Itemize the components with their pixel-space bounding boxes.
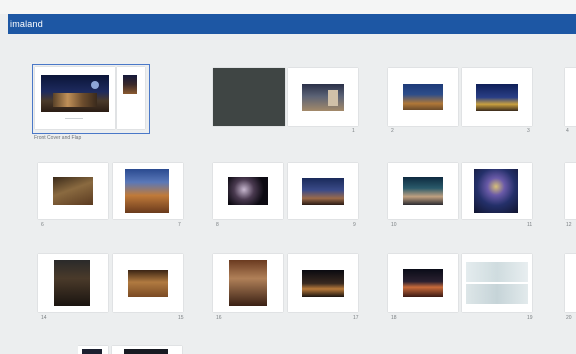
page-1 <box>288 68 358 126</box>
page-10 <box>388 163 458 219</box>
page-20 <box>565 254 576 312</box>
page-7-photo <box>125 169 169 213</box>
page-23 <box>112 346 182 354</box>
page-6 <box>38 163 108 219</box>
page-8-photo <box>228 177 268 205</box>
page-number: 11 <box>527 222 533 228</box>
page-number: 9 <box>353 222 356 228</box>
page-number: 8 <box>216 222 219 228</box>
page-number: 12 <box>566 222 572 228</box>
page-2 <box>388 68 458 126</box>
page-2-photo <box>403 84 443 110</box>
page-12 <box>565 163 576 219</box>
page-number: 2 <box>391 128 394 134</box>
page-19-photo-top <box>466 262 528 282</box>
page-19 <box>462 254 532 312</box>
album-title: imaland <box>10 19 43 29</box>
page-11-photo <box>474 169 518 213</box>
spread-5[interactable]: 8 9 <box>213 159 361 231</box>
spread-2[interactable]: 2 3 <box>388 64 536 136</box>
spread-10[interactable]: 18 19 <box>388 250 536 324</box>
page-15 <box>113 254 183 312</box>
page-16 <box>213 254 283 312</box>
page-number: 1 <box>352 128 355 134</box>
album-header-bar: imaland <box>8 14 576 34</box>
page-3 <box>462 68 532 126</box>
spread-11[interactable]: 20 <box>563 250 576 324</box>
page-number: 16 <box>216 315 222 321</box>
page-number: 17 <box>353 315 359 321</box>
page-inside-cover <box>213 68 285 126</box>
page-16-photo <box>229 260 267 306</box>
spread-8[interactable]: 14 15 <box>38 250 186 324</box>
page-17 <box>288 254 358 312</box>
page-22 <box>78 346 108 354</box>
spread-9[interactable]: 16 17 <box>213 250 361 324</box>
spread-cover[interactable]: Front Cover and Flap <box>32 64 150 141</box>
page-number: 14 <box>41 315 47 321</box>
spread-6[interactable]: 10 11 <box>388 159 536 231</box>
window-titlebar <box>0 0 576 14</box>
spread-4[interactable]: 6 7 <box>38 159 186 231</box>
page-3-photo <box>476 84 518 111</box>
page-6-photo <box>53 177 93 205</box>
page-number: 10 <box>391 222 397 228</box>
page-8 <box>213 163 283 219</box>
page-18 <box>388 254 458 312</box>
page-22-photo <box>82 349 102 354</box>
page-14 <box>38 254 108 312</box>
spread-7[interactable]: 12 <box>563 159 576 231</box>
page-4 <box>565 68 576 126</box>
page-14-photo <box>54 260 90 306</box>
page-number: 7 <box>178 222 181 228</box>
page-number: 15 <box>178 315 184 321</box>
page-number: 6 <box>41 222 44 228</box>
page-number: 18 <box>391 315 397 321</box>
spread-1[interactable]: 1 <box>213 64 361 136</box>
page-number: 20 <box>566 315 572 321</box>
selection-outline <box>32 64 150 134</box>
page-9-photo <box>302 178 344 205</box>
page-number: 19 <box>527 315 533 321</box>
page-1-photo <box>302 84 344 111</box>
spread-12[interactable] <box>78 344 186 354</box>
page-15-photo <box>128 270 168 297</box>
spread-caption: Front Cover and Flap <box>34 135 82 141</box>
spread-overview-grid: Front Cover and Flap 1 2 3 4 6 7 8 9 10 … <box>8 34 576 354</box>
page-10-photo <box>403 177 443 205</box>
page-23-photo <box>124 349 168 354</box>
page-18-photo <box>403 269 443 297</box>
page-number: 4 <box>566 128 569 134</box>
page-19-photo-bottom <box>466 284 528 304</box>
page-7 <box>113 163 183 219</box>
spread-3[interactable]: 4 <box>563 64 576 136</box>
page-number: 3 <box>527 128 530 134</box>
app-window: imaland Front Cover and Flap 1 2 3 4 6 7… <box>0 0 576 354</box>
page-9 <box>288 163 358 219</box>
page-11 <box>462 163 532 219</box>
page-17-photo <box>302 270 344 297</box>
